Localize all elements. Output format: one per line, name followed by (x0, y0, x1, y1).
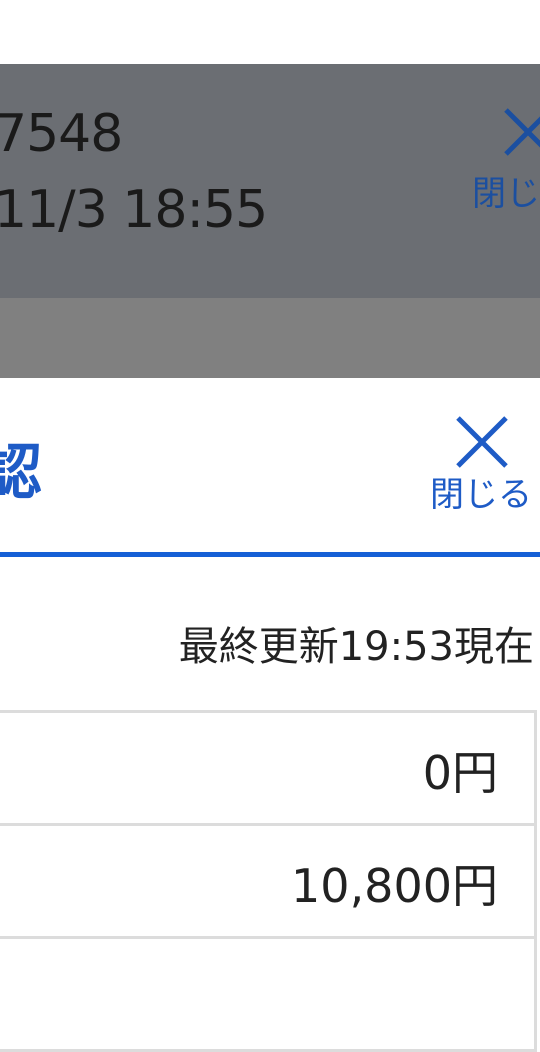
background-sheet-number: 7548 (0, 104, 123, 164)
dialog-title: 認 (0, 438, 42, 508)
top-blank-area (0, 0, 540, 64)
background-close-label: 閉じ (472, 174, 540, 214)
amount-value: 0円 (422, 746, 498, 800)
background-sheet: 7548 11/3 18:55 閉じ (0, 64, 540, 298)
amount-value: 10,800円 (291, 859, 498, 913)
close-icon (456, 416, 508, 468)
overlay-band (0, 298, 540, 378)
close-icon (504, 108, 540, 156)
table-row: 0円 (0, 713, 534, 826)
last-updated-text: 最終更新19:53現在 (178, 624, 534, 670)
table-row (0, 939, 534, 1052)
table-row: 10,800円 (0, 826, 534, 939)
dialog-header: 認 閉じる (0, 378, 540, 557)
close-button-label: 閉じる (430, 475, 532, 515)
background-sheet-datetime: 11/3 18:55 (0, 180, 268, 240)
amount-table: 0円 10,800円 (0, 710, 537, 1052)
close-button[interactable]: 閉じる (420, 412, 540, 532)
background-close-button[interactable]: 閉じ (468, 104, 540, 214)
